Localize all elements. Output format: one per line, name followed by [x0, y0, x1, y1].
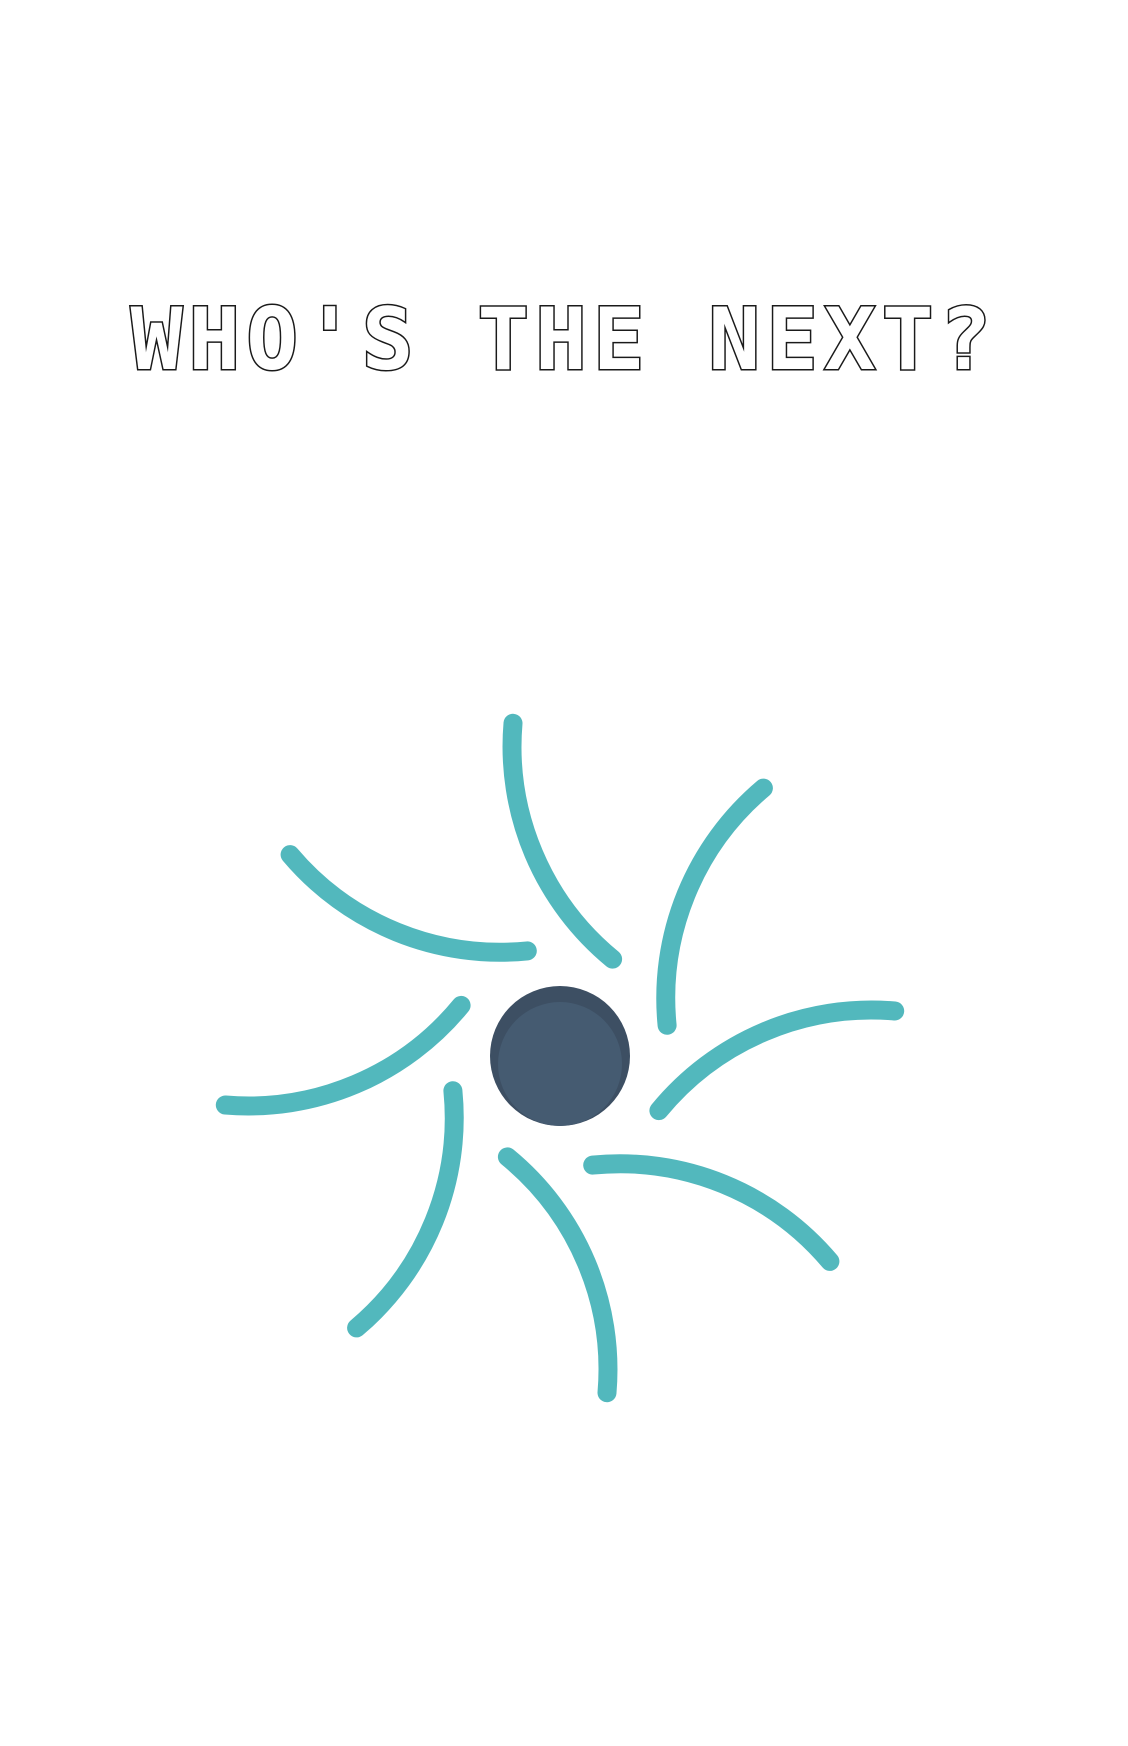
swirl-arm — [502, 713, 623, 969]
swirl-arm — [497, 1147, 618, 1403]
swirl-arm — [347, 1081, 464, 1338]
swirl-core — [498, 1002, 622, 1126]
swirl-arm — [649, 1000, 905, 1121]
swirl-arm — [656, 778, 773, 1035]
swirl-arm — [280, 845, 537, 962]
swirl-arm — [215, 995, 471, 1116]
swirl-arm — [583, 1154, 840, 1271]
swirl-vortex-icon — [215, 713, 905, 1403]
poster: WHO'S THE NEXT? — [0, 0, 1128, 1746]
